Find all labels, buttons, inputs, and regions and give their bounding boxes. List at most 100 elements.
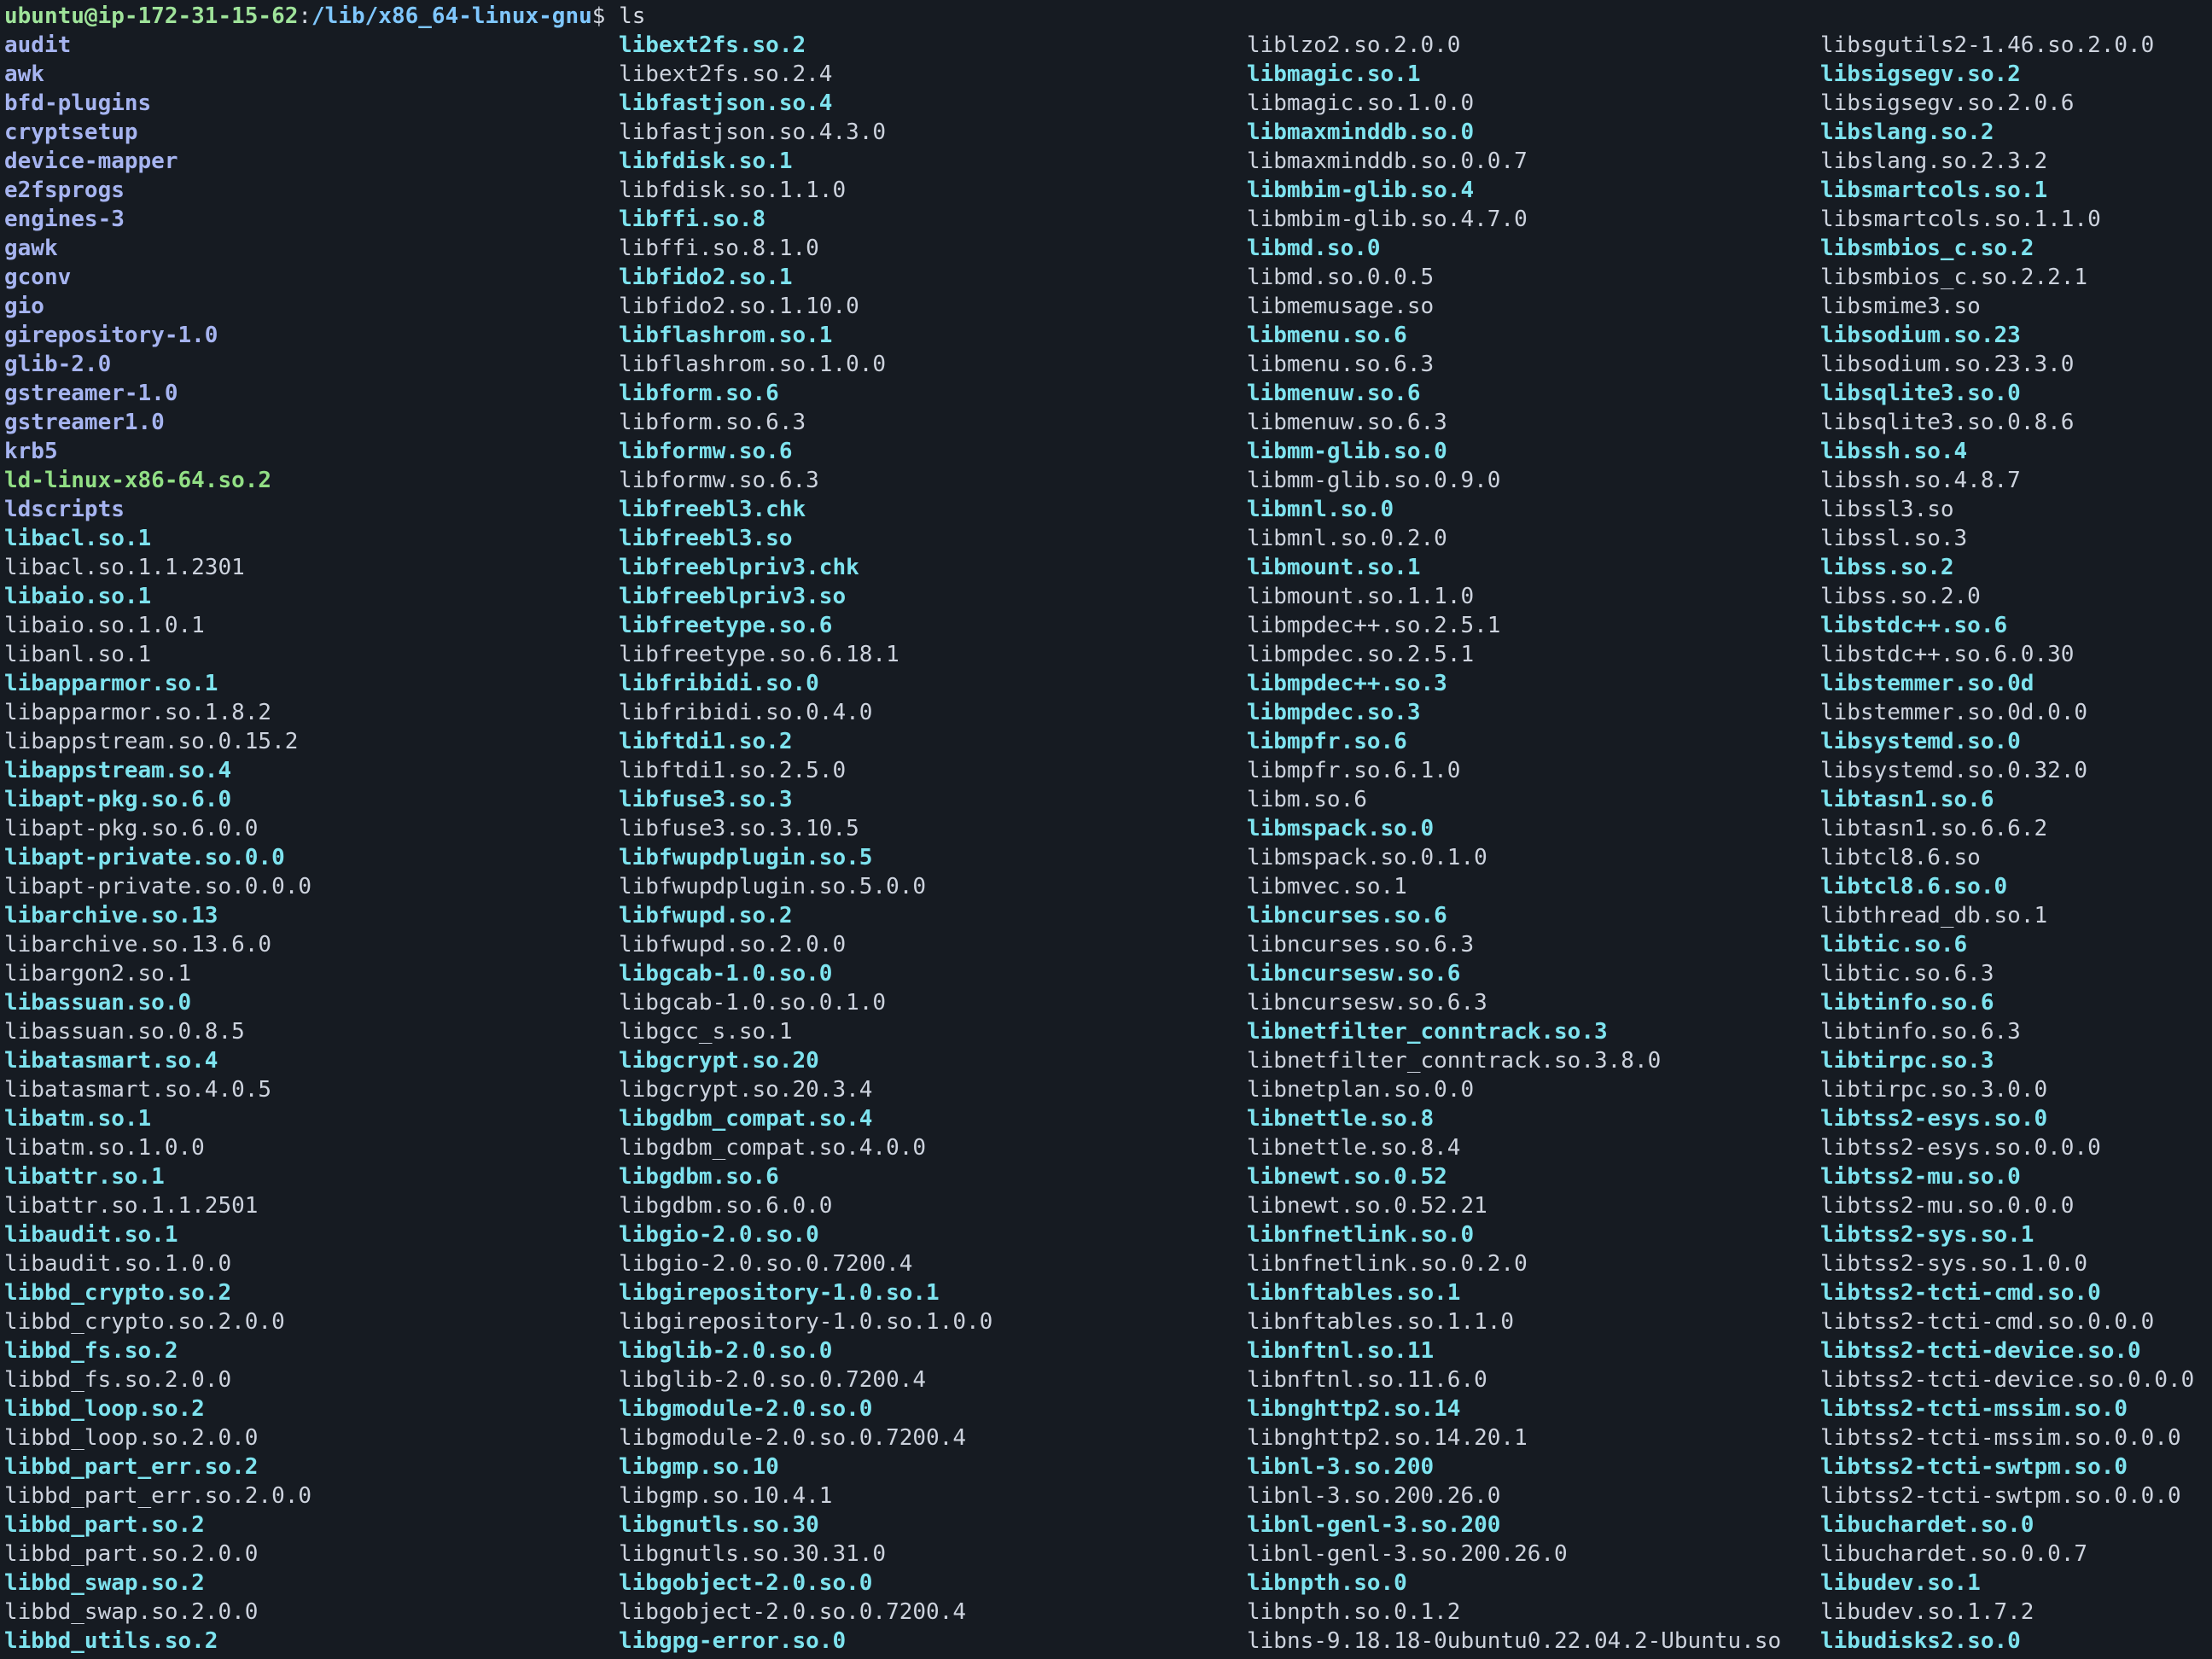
file-entry: libbd_fs.so.2.0.0 bbox=[4, 1367, 232, 1393]
file-entry: libmpdec++.so.2.5.1 bbox=[1247, 613, 1501, 638]
file-entry: libfuse3.so.3.10.5 bbox=[619, 816, 859, 841]
symlink-entry: libssh.so.4 bbox=[1820, 439, 1968, 464]
symlink-entry: libform.so.6 bbox=[619, 381, 779, 406]
symlink-entry: libbd_swap.so.2 bbox=[4, 1570, 205, 1596]
symlink-entry: libmpdec++.so.3 bbox=[1247, 671, 1447, 696]
symlink-entry: libbd_fs.so.2 bbox=[4, 1338, 178, 1364]
symlink-entry: libtss2-tcti-cmd.so.0 bbox=[1820, 1280, 2101, 1306]
file-entry: libnl-3.so.200.26.0 bbox=[1247, 1483, 1501, 1509]
file-entry: libgcrypt.so.20.3.4 bbox=[619, 1077, 873, 1103]
file-entry: libgcc_s.so.1 bbox=[619, 1019, 793, 1045]
file-entry: libnetfilter_conntrack.so.3.8.0 bbox=[1247, 1048, 1662, 1074]
symlink-entry: libapparmor.so.1 bbox=[4, 671, 218, 696]
file-entry: libnghttp2.so.14.20.1 bbox=[1247, 1425, 1528, 1451]
file-entry: libext2fs.so.2.4 bbox=[619, 61, 833, 87]
file-entry: libsmime3.so bbox=[1820, 294, 1981, 319]
ls-output-column-4: libsgutils2-1.46.so.2.0.0 libsigsegv.so.2… bbox=[1820, 31, 2194, 1656]
file-entry: libmagic.so.1.0.0 bbox=[1247, 90, 1475, 116]
symlink-entry: libtasn1.so.6 bbox=[1820, 787, 1994, 812]
symlink-entry: libfribidi.so.0 bbox=[619, 671, 819, 696]
file-entry: libncursesw.so.6.3 bbox=[1247, 990, 1487, 1016]
terminal-window[interactable]: ubuntu@ip-172-31-15-62:/lib/x86_64-linux… bbox=[0, 0, 2212, 1659]
file-entry: libaio.so.1.0.1 bbox=[4, 613, 205, 638]
symlink-entry: libtinfo.so.6 bbox=[1820, 990, 1994, 1016]
file-entry: libanl.so.1 bbox=[4, 642, 152, 667]
file-entry: libapparmor.so.1.8.2 bbox=[4, 700, 272, 725]
file-entry: libfribidi.so.0.4.0 bbox=[619, 700, 873, 725]
symlink-entry: libbd_utils.so.2 bbox=[4, 1628, 218, 1654]
symlink-entry: libfido2.so.1 bbox=[619, 265, 793, 290]
file-entry: libmenuw.so.6.3 bbox=[1247, 410, 1447, 435]
file-entry: libtss2-tcti-cmd.so.0.0.0 bbox=[1820, 1309, 2155, 1335]
file-entry: libfido2.so.1.10.0 bbox=[619, 294, 859, 319]
symlink-entry: libtic.so.6 bbox=[1820, 932, 1968, 958]
symlink-entry: libgirepository-1.0.so.1 bbox=[619, 1280, 940, 1306]
file-entry: libss.so.2.0 bbox=[1820, 584, 1981, 609]
file-entry: libsmartcols.so.1.1.0 bbox=[1820, 207, 2101, 232]
symlink-entry: libfwupdplugin.so.5 bbox=[619, 845, 873, 870]
symlink-entry: libmd.so.0 bbox=[1247, 236, 1381, 261]
file-entry: libnfnetlink.so.0.2.0 bbox=[1247, 1251, 1528, 1277]
symlink-entry: libgdbm.so.6 bbox=[619, 1164, 779, 1190]
executable-entry: ld-linux-x86-64.so.2 bbox=[4, 468, 272, 493]
file-entry: libftdi1.so.2.5.0 bbox=[619, 758, 847, 783]
symlink-entry: libfreetype.so.6 bbox=[619, 613, 833, 638]
directory-entry: cryptsetup bbox=[4, 119, 138, 145]
symlink-entry: libappstream.so.4 bbox=[4, 758, 232, 783]
symlink-entry: libnetfilter_conntrack.so.3 bbox=[1247, 1019, 1608, 1045]
file-entry: libtss2-esys.so.0.0.0 bbox=[1820, 1135, 2101, 1161]
file-entry: libnetplan.so.0.0 bbox=[1247, 1077, 1475, 1103]
symlink-entry: libnftnl.so.11 bbox=[1247, 1338, 1435, 1364]
directory-entry: ldscripts bbox=[4, 497, 125, 522]
directory-entry: device-mapper bbox=[4, 148, 178, 174]
file-entry: libfwupdplugin.so.5.0.0 bbox=[619, 874, 927, 899]
file-entry: libgio-2.0.so.0.7200.4 bbox=[619, 1251, 913, 1277]
directory-entry: gstreamer1.0 bbox=[4, 410, 165, 435]
file-entry: libudev.so.1.7.2 bbox=[1820, 1599, 2034, 1625]
file-entry: libmount.so.1.1.0 bbox=[1247, 584, 1475, 609]
symlink-entry: libgmp.so.10 bbox=[619, 1454, 779, 1480]
symlink-entry: libmenu.so.6 bbox=[1247, 323, 1407, 348]
prompt-separator: : bbox=[298, 3, 312, 29]
file-entry: libflashrom.so.1.0.0 bbox=[619, 352, 887, 377]
symlink-entry: libmspack.so.0 bbox=[1247, 816, 1435, 841]
file-entry: libmaxminddb.so.0.0.7 bbox=[1247, 148, 1528, 174]
symlink-entry: libgpg-error.so.0 bbox=[619, 1628, 847, 1654]
ls-output-column-1: audit awk bfd-plugins cryptsetup device-mapp… bbox=[4, 31, 311, 1656]
symlink-entry: libnfnetlink.so.0 bbox=[1247, 1222, 1475, 1248]
file-entry: libgnutls.so.30.31.0 bbox=[619, 1541, 887, 1567]
file-entry: libatm.so.1.0.0 bbox=[4, 1135, 205, 1161]
file-entry: libfdisk.so.1.1.0 bbox=[619, 178, 847, 203]
file-entry: libmspack.so.0.1.0 bbox=[1247, 845, 1487, 870]
file-entry: libbd_part_err.so.2.0.0 bbox=[4, 1483, 312, 1509]
file-entry: libsqlite3.so.0.8.6 bbox=[1820, 410, 2075, 435]
file-entry: libsgutils2-1.46.so.2.0.0 bbox=[1820, 32, 2155, 58]
symlink-entry: libtirpc.so.3 bbox=[1820, 1048, 1994, 1074]
symlink-entry: libftdi1.so.2 bbox=[619, 729, 793, 754]
file-entry: libglib-2.0.so.0.7200.4 bbox=[619, 1367, 927, 1393]
prompt-path: /lib/x86_64-linux-gnu bbox=[311, 3, 592, 29]
file-entry: libuchardet.so.0.0.7 bbox=[1820, 1541, 2088, 1567]
symlink-entry: libmnl.so.0 bbox=[1247, 497, 1394, 522]
file-entry: libappstream.so.0.15.2 bbox=[4, 729, 299, 754]
symlink-entry: libattr.so.1 bbox=[4, 1164, 165, 1190]
file-entry: libbd_part.so.2.0.0 bbox=[4, 1541, 259, 1567]
file-entry: libgdbm.so.6.0.0 bbox=[619, 1193, 833, 1219]
symlink-entry: libstemmer.so.0d bbox=[1820, 671, 2034, 696]
symlink-entry: libnftables.so.1 bbox=[1247, 1280, 1461, 1306]
file-entry: libnpth.so.0.1.2 bbox=[1247, 1599, 1461, 1625]
symlink-entry: libgcab-1.0.so.0 bbox=[619, 961, 833, 987]
shell-prompt-line: ubuntu@ip-172-31-15-62:/lib/x86_64-linux… bbox=[4, 2, 645, 31]
file-entry: libtss2-tcti-device.so.0.0.0 bbox=[1820, 1367, 2195, 1393]
symlink-entry: libss.so.2 bbox=[1820, 555, 1954, 580]
file-entry: libssl3.so bbox=[1820, 497, 1954, 522]
symlink-entry: libsigsegv.so.2 bbox=[1820, 61, 2021, 87]
file-entry: libgcab-1.0.so.0.1.0 bbox=[619, 990, 887, 1016]
symlink-entry: libmenuw.so.6 bbox=[1247, 381, 1421, 406]
symlink-entry: libfreebl3.so bbox=[619, 526, 793, 551]
file-entry: libns-9.18.18-0ubuntu0.22.04.2-Ubuntu.so bbox=[1247, 1628, 1782, 1654]
file-entry: libncurses.so.6.3 bbox=[1247, 932, 1475, 958]
symlink-entry: libfdisk.so.1 bbox=[619, 148, 793, 174]
file-entry: libtic.so.6.3 bbox=[1820, 961, 1994, 987]
file-entry: libattr.so.1.1.2501 bbox=[4, 1193, 259, 1219]
